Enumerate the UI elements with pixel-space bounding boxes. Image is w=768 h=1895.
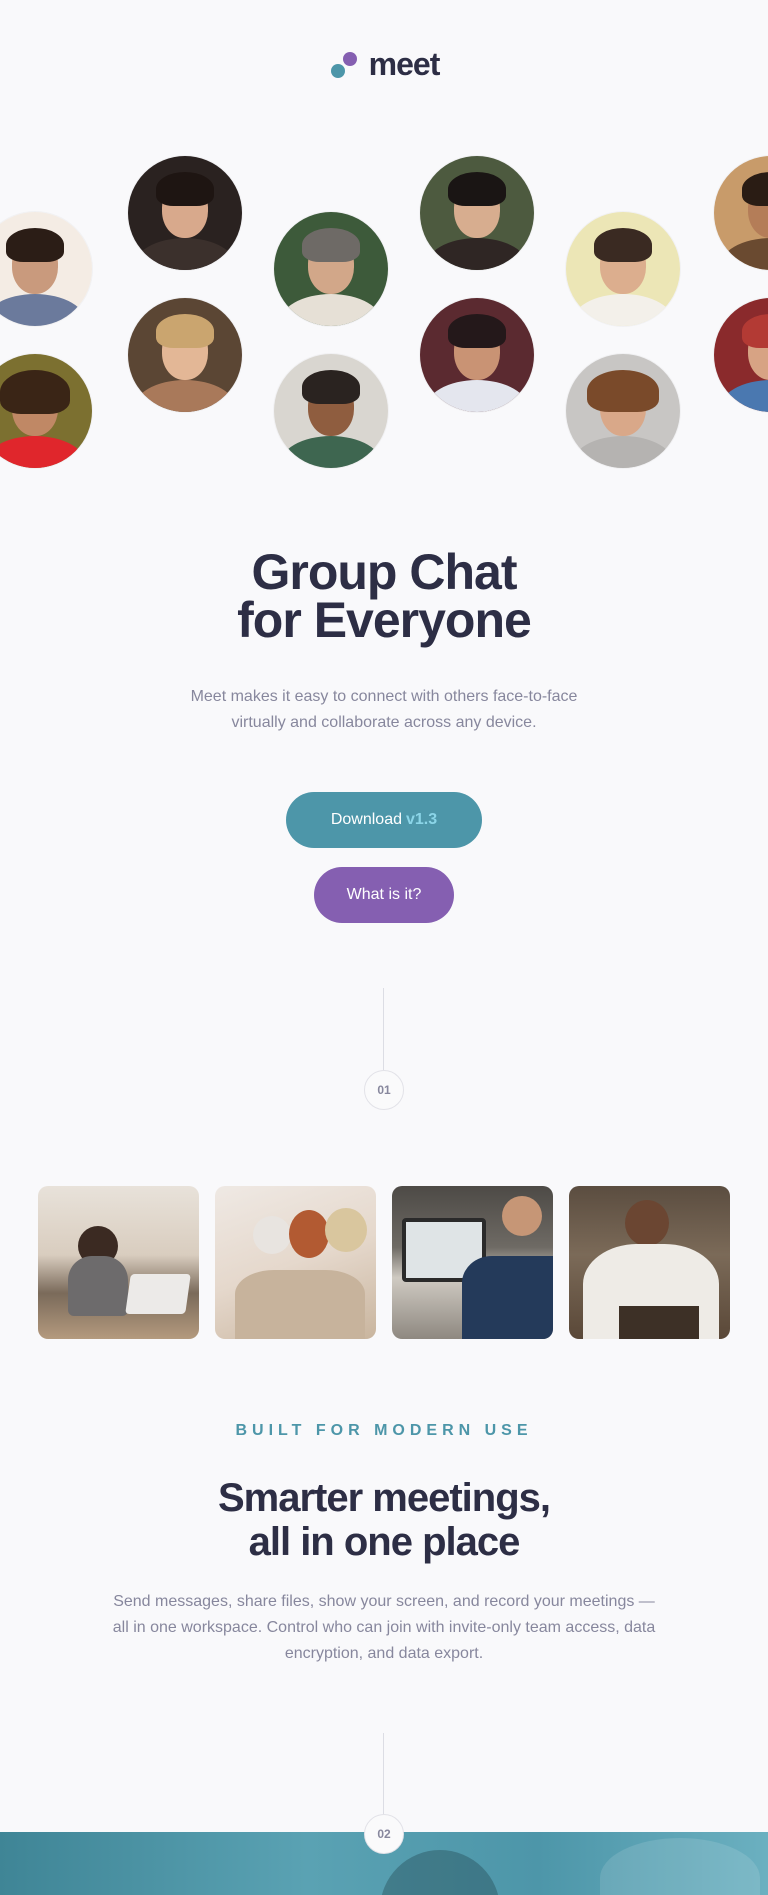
section-title: Smarter meetings, all in one place (0, 1476, 768, 1564)
step-divider-line (383, 988, 384, 1070)
download-version: v1.3 (406, 811, 438, 828)
download-button[interactable]: Download v1.3 (286, 792, 482, 848)
avatar-man-partial-right (714, 156, 768, 270)
photo-man-phone (569, 1186, 730, 1339)
hero-title: Group Chat for Everyone (0, 544, 768, 648)
hero-title-line2: for Everyone (237, 592, 532, 648)
brand-logo[interactable]: meet (0, 44, 768, 84)
what-is-it-label: What is it? (346, 886, 422, 903)
photo-woman-laptop (38, 1186, 199, 1339)
section-title-line1: Smarter meetings, (217, 1476, 551, 1520)
section-description: Send messages, share files, show your sc… (112, 1593, 656, 1662)
avatar-woman-smiling (128, 156, 242, 270)
avatar-man-curly-hair (0, 354, 92, 468)
avatar-man-flowers (420, 298, 534, 412)
avatar-man-dark-hair (0, 212, 92, 326)
photo-women-phone (215, 1186, 376, 1339)
brand-name: meet (368, 45, 441, 82)
section-title-line2: all in one place (248, 1520, 521, 1564)
step-badge-02: 02 (364, 1814, 404, 1854)
avatar-young-man (566, 354, 680, 468)
section-eyebrow: BUILT FOR MODERN USE (235, 1422, 533, 1439)
avatar-man-sunglasses (420, 156, 534, 270)
two-dots-logo-icon (329, 48, 361, 80)
avatar-woman-partial-right (714, 298, 768, 412)
avatar-man-laughing (566, 212, 680, 326)
avatar-man-gray-hair (274, 212, 388, 326)
hero-description: Meet makes it easy to connect with other… (190, 688, 578, 731)
what-is-it-button[interactable]: What is it? (314, 867, 454, 923)
step-badge-01: 01 (364, 1070, 404, 1110)
avatar-woman-blonde (128, 298, 242, 412)
hero-title-line1: Group Chat (251, 544, 518, 600)
avatar-older-man (274, 354, 388, 468)
photo-man-video-call (392, 1186, 553, 1339)
download-label: Download (330, 811, 402, 828)
